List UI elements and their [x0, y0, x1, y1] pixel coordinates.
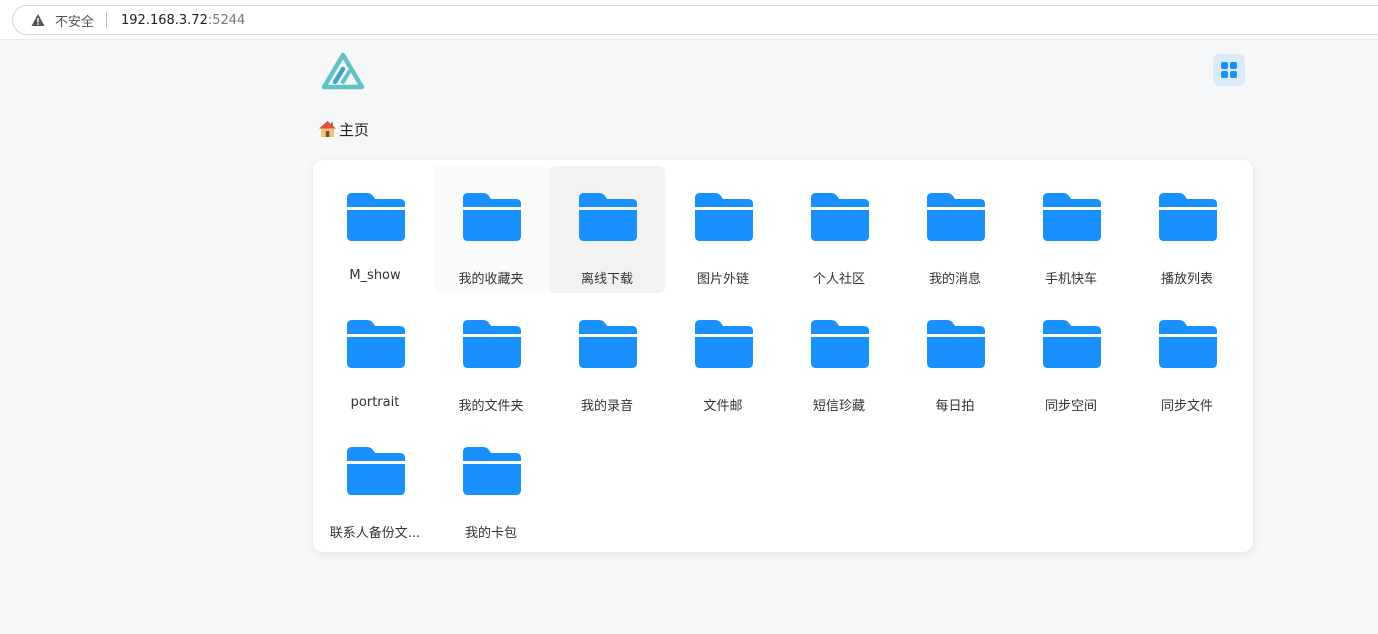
security-label[interactable]: 不安全 — [55, 11, 94, 30]
folder-item[interactable]: 离线下载 — [549, 166, 665, 293]
browser-toolbar: 不安全 192.168.3.72 :5244 — [0, 0, 1378, 40]
folder-item[interactable]: 我的录音 — [549, 293, 665, 420]
folder-item[interactable]: 每日拍 — [897, 293, 1013, 420]
folder-icon — [811, 320, 869, 368]
folder-icon — [927, 193, 985, 241]
folder-icon — [1159, 193, 1217, 241]
folder-name: 同步空间 — [1044, 399, 1097, 414]
folder-name: 我的文件夹 — [458, 399, 524, 414]
folder-icon — [347, 193, 405, 241]
folder-item[interactable]: 我的消息 — [897, 166, 1013, 293]
folder-icon — [811, 193, 869, 241]
folder-item[interactable]: 短信珍藏 — [781, 293, 897, 420]
folder-item[interactable]: 同步文件 — [1129, 293, 1245, 420]
folder-icon — [695, 320, 753, 368]
file-list-card: M_show 我的收藏夹 离线下载 图片外链 个人社区 我的消息 手机快车 播放… — [313, 160, 1253, 552]
folder-name: 我的消息 — [928, 272, 981, 287]
layout-toggle-button[interactable] — [1213, 54, 1245, 86]
address-bar[interactable]: 不安全 192.168.3.72 :5244 — [12, 5, 1378, 35]
folder-item[interactable]: 同步空间 — [1013, 293, 1129, 420]
folder-name: 我的卡包 — [464, 526, 517, 541]
folder-item[interactable]: 我的卡包 — [433, 420, 549, 547]
folder-name: 同步文件 — [1160, 399, 1213, 414]
breadcrumb[interactable]: 主页 — [318, 118, 369, 140]
folder-name: 每日拍 — [935, 399, 975, 414]
folder-icon — [463, 193, 521, 241]
folder-name: 播放列表 — [1160, 272, 1213, 287]
folder-icon — [347, 320, 405, 368]
folder-item[interactable]: 手机快车 — [1013, 166, 1129, 293]
folder-name: 文件邮 — [703, 399, 743, 414]
folder-icon — [579, 320, 637, 368]
grid-icon — [1221, 62, 1237, 78]
warning-icon[interactable] — [31, 13, 45, 27]
folder-icon — [927, 320, 985, 368]
folder-item[interactable]: 文件邮 — [665, 293, 781, 420]
home-icon — [319, 121, 336, 137]
folder-name: 图片外链 — [696, 272, 749, 287]
address-divider — [106, 12, 108, 28]
folder-icon — [1043, 193, 1101, 241]
folder-name: 手机快车 — [1044, 272, 1097, 287]
folder-item[interactable]: 个人社区 — [781, 166, 897, 293]
folder-icon — [463, 320, 521, 368]
folder-name: M_show — [349, 268, 401, 283]
folder-icon — [1043, 320, 1101, 368]
folder-icon — [463, 447, 521, 495]
folder-item[interactable]: M_show — [317, 166, 433, 293]
folder-icon — [579, 193, 637, 241]
breadcrumb-home-label[interactable]: 主页 — [339, 119, 369, 140]
folder-name: 我的录音 — [580, 399, 633, 414]
folder-name: 我的收藏夹 — [458, 272, 524, 287]
folder-item[interactable]: 我的收藏夹 — [433, 166, 549, 293]
folder-item[interactable]: portrait — [317, 293, 433, 420]
alist-logo-icon[interactable] — [321, 52, 365, 90]
folder-item[interactable]: 我的文件夹 — [433, 293, 549, 420]
folder-grid: M_show 我的收藏夹 离线下载 图片外链 个人社区 我的消息 手机快车 播放… — [317, 166, 1245, 547]
folder-item[interactable]: 图片外链 — [665, 166, 781, 293]
folder-name: 联系人备份文... — [329, 526, 421, 541]
folder-icon — [695, 193, 753, 241]
folder-item[interactable]: 播放列表 — [1129, 166, 1245, 293]
folder-icon — [1159, 320, 1217, 368]
folder-name: portrait — [350, 395, 400, 410]
folder-icon — [347, 447, 405, 495]
folder-name: 个人社区 — [812, 272, 865, 287]
folder-name: 离线下载 — [580, 272, 633, 287]
url-host[interactable]: 192.168.3.72 — [121, 13, 208, 28]
folder-name: 短信珍藏 — [812, 399, 865, 414]
folder-item[interactable]: 联系人备份文... — [317, 420, 433, 547]
url-port[interactable]: :5244 — [208, 13, 245, 28]
